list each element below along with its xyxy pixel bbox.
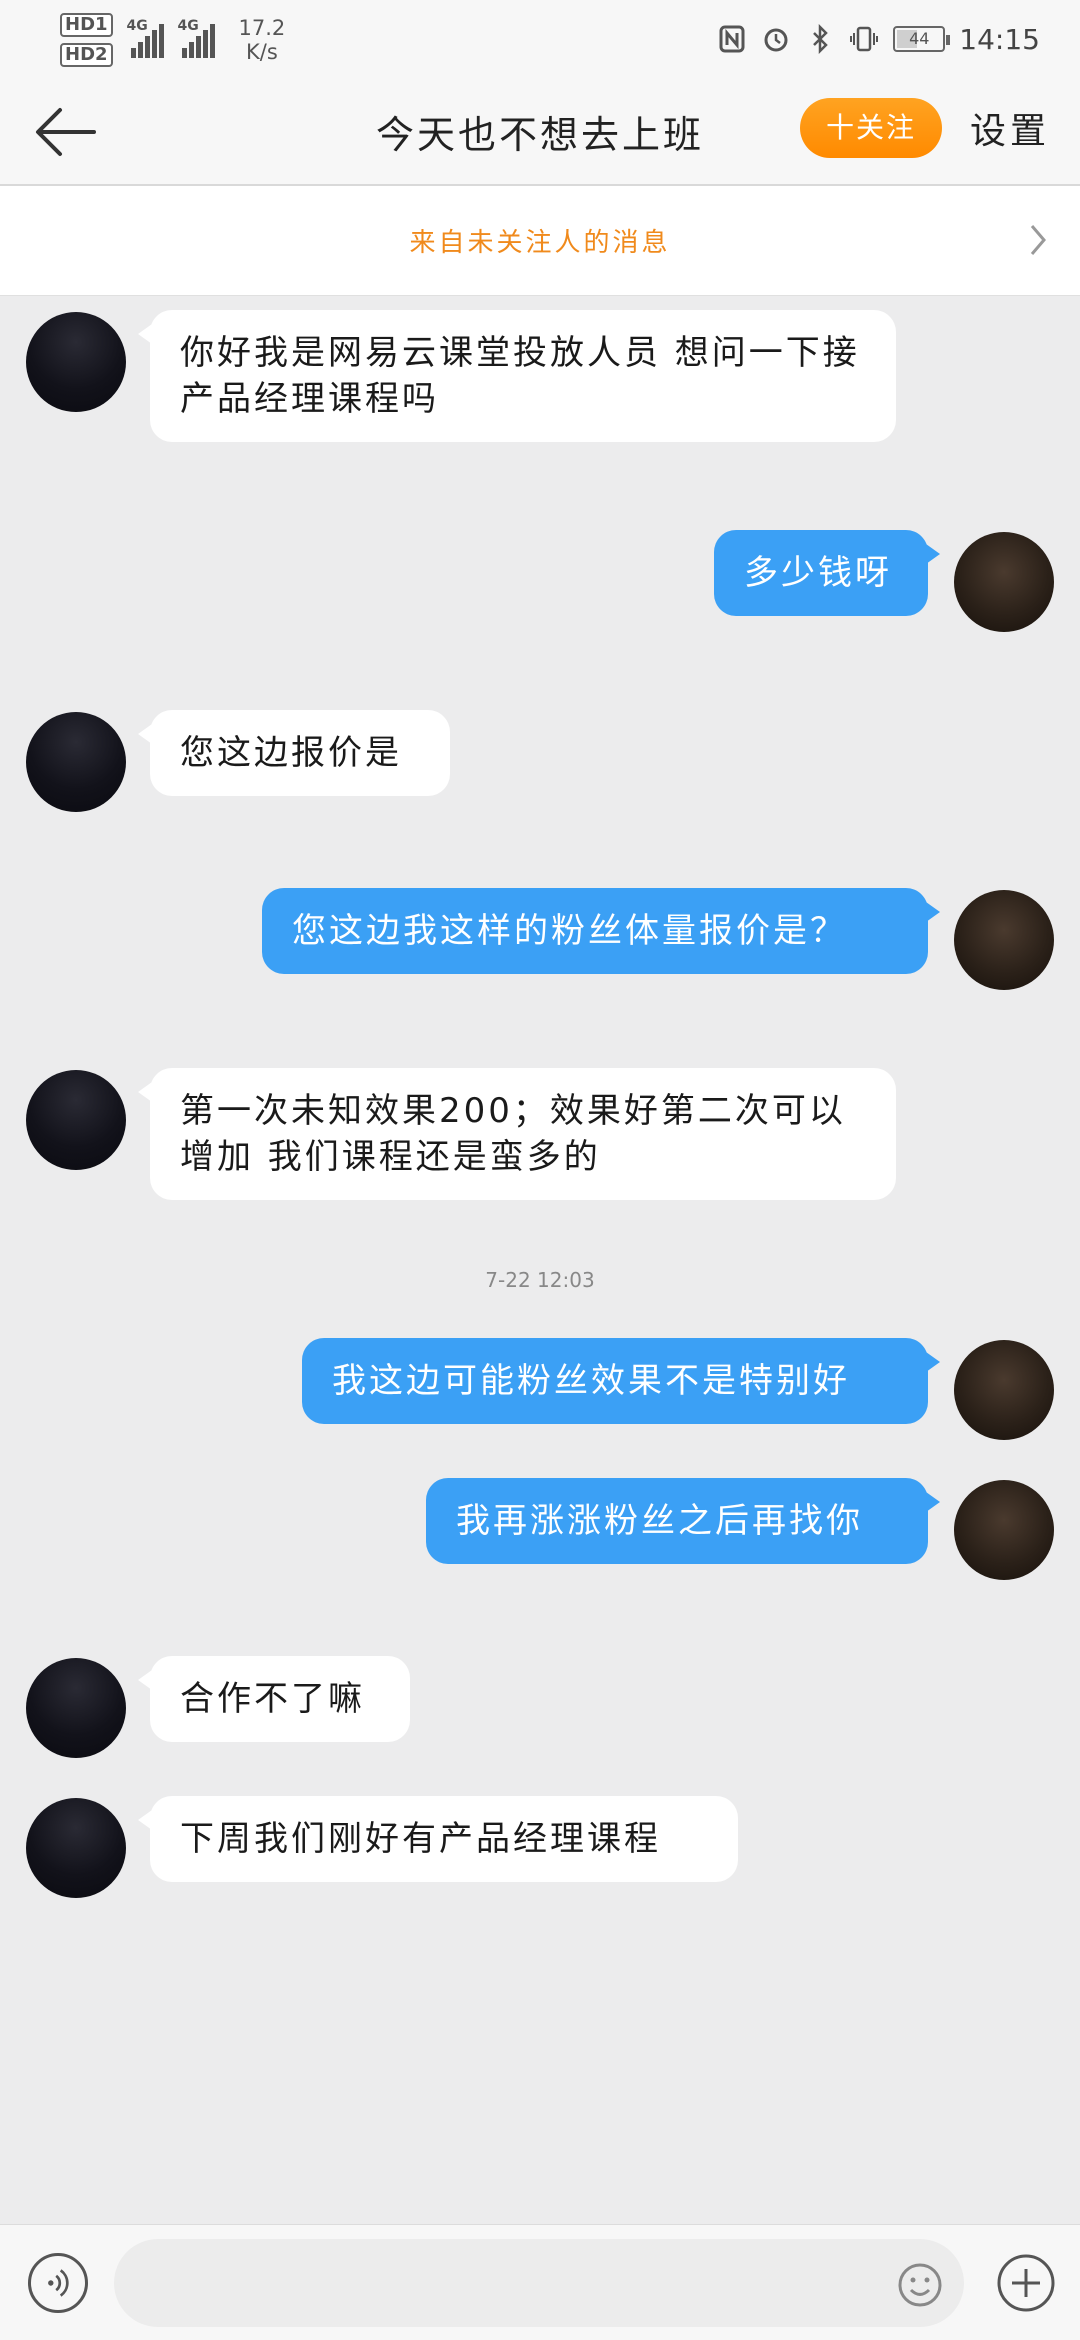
plus-button[interactable] xyxy=(996,2253,1056,2313)
plus-icon xyxy=(997,2254,1055,2312)
avatar-other[interactable] xyxy=(26,712,126,812)
bluetooth-icon xyxy=(813,24,829,54)
voice-icon xyxy=(48,2269,69,2297)
battery-icon: 44 xyxy=(893,26,951,52)
message-input[interactable] xyxy=(114,2239,964,2327)
message-bubble[interactable]: 您这边我这样的粉丝体量报价是？ xyxy=(262,888,940,974)
clock: 14:15 xyxy=(959,22,1040,56)
settings-button[interactable]: 设置 xyxy=(970,102,1050,154)
back-button[interactable] xyxy=(30,100,100,164)
nfc-icon xyxy=(719,25,745,53)
message-bubble[interactable]: 下周我们刚好有产品经理课程 xyxy=(138,1796,738,1882)
avatar-self[interactable] xyxy=(954,532,1054,632)
emoji-icon[interactable] xyxy=(896,2261,944,2309)
network-type-2: 4G xyxy=(177,18,199,34)
hd1-badge: HD1 xyxy=(60,13,113,37)
banner-text: 来自未关注人的消息 xyxy=(409,228,671,258)
message-bubble[interactable]: 第一次未知效果200；效果好第二次可以增加 我们课程还是蛮多的 xyxy=(138,1068,896,1200)
timestamp: 7-22 12:03 xyxy=(485,1268,595,1292)
vibrate-icon xyxy=(850,26,879,52)
chevron-right-icon xyxy=(1030,225,1046,255)
message-bubble[interactable]: 合作不了嘛 xyxy=(138,1656,410,1742)
alarm-icon xyxy=(764,28,788,52)
network-speed: 17.2 K/s xyxy=(239,16,286,64)
voice-button[interactable] xyxy=(28,2253,88,2313)
message-bubble[interactable]: 你好我是网易云课堂投放人员 想问一下接产品经理课程吗 xyxy=(138,310,896,442)
message-bubble[interactable]: 我这边可能粉丝效果不是特别好 xyxy=(302,1338,940,1424)
hd2-badge: HD2 xyxy=(60,43,113,67)
chat-header: 今天也不想去上班 十关注 设置 xyxy=(0,78,1080,186)
avatar-other[interactable] xyxy=(26,1070,126,1170)
avatar-other[interactable] xyxy=(26,312,126,412)
avatar-other[interactable] xyxy=(26,1658,126,1758)
message-bubble[interactable]: 我再涨涨粉丝之后再找你 xyxy=(426,1478,940,1564)
hd-indicators: HD1 HD2 xyxy=(60,13,113,67)
status-right: 44 14:15 xyxy=(717,0,1040,78)
message-bubble[interactable]: 您这边报价是 xyxy=(138,710,450,796)
battery-level: 44 xyxy=(909,29,930,48)
network-speed-unit: K/s xyxy=(246,40,278,64)
status-bar: HD1 HD2 4G 4G 17.2 K/s 44 14:15 xyxy=(0,0,1080,78)
input-bar xyxy=(0,2224,1080,2340)
stranger-message-banner[interactable]: 来自未关注人的消息 xyxy=(0,186,1080,296)
network-speed-value: 17.2 xyxy=(238,16,286,40)
message-bubble[interactable]: 多少钱呀 xyxy=(714,530,940,616)
avatar-other[interactable] xyxy=(26,1798,126,1898)
status-left: HD1 HD2 4G 4G 17.2 K/s xyxy=(60,8,285,72)
avatar-self[interactable] xyxy=(954,1480,1054,1580)
signal-icon: 4G xyxy=(127,18,164,58)
arrow-left-icon xyxy=(36,108,96,156)
signal-icon-2: 4G xyxy=(178,18,215,58)
avatar-self[interactable] xyxy=(954,890,1054,990)
follow-button[interactable]: 十关注 xyxy=(800,98,942,158)
network-type-1: 4G xyxy=(126,18,148,34)
avatar-self[interactable] xyxy=(954,1340,1054,1440)
